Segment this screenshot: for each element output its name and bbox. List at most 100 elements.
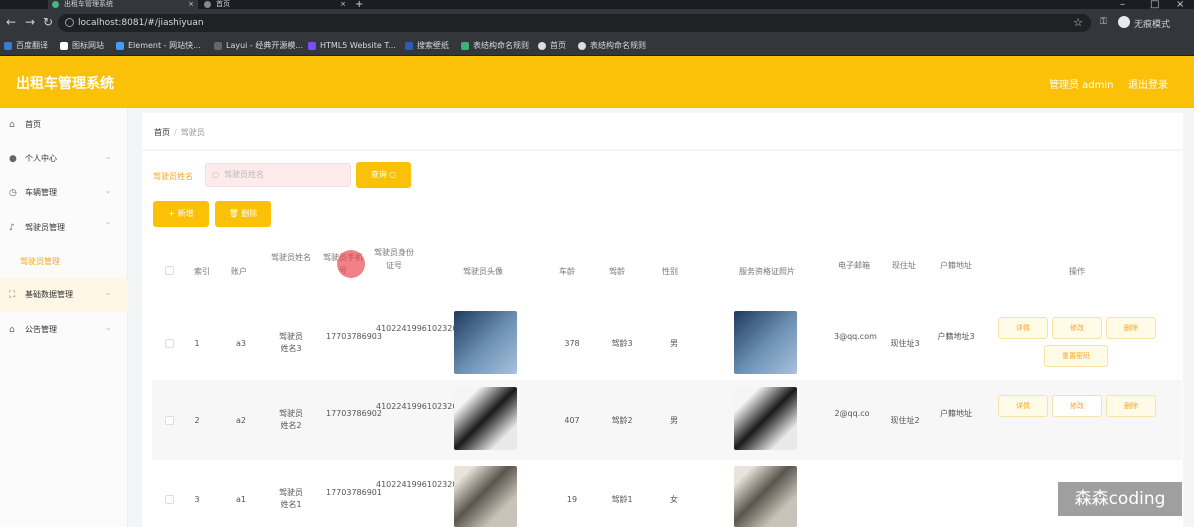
sidebar-item-basedata[interactable]: ⛶ 基础数据管理 ⌄ (0, 278, 128, 312)
logout-link[interactable]: 退出登录 (1128, 76, 1168, 91)
doc-icon (461, 42, 469, 50)
tab-close-icon[interactable]: × (188, 0, 194, 9)
chevron-down-icon: ⌄ (105, 152, 112, 161)
html5-icon (308, 42, 316, 50)
back-icon[interactable]: ← (6, 15, 16, 29)
tab-close-icon[interactable]: × (340, 0, 346, 9)
bookmarks-bar: 百度翻译 图标网站 Element - 网站快... Layui - 经典开源模… (0, 37, 1194, 56)
bookmark-item[interactable]: 表结构命名规则 (578, 40, 646, 52)
globe-icon (538, 42, 546, 50)
detail-button[interactable]: 详情 (998, 317, 1048, 339)
delete-button[interactable]: 🗑 删除 (215, 201, 271, 227)
bookmark-item[interactable]: 图标网站 (60, 40, 104, 52)
breadcrumb-separator: / (174, 128, 177, 137)
plus-icon: + (168, 209, 176, 218)
service-photo-image (734, 311, 797, 374)
row-delete-button[interactable]: 删除 (1106, 317, 1156, 339)
cursor-highlight (337, 250, 365, 278)
bookmark-item[interactable]: HTML5 Website T... (308, 40, 396, 52)
cell-driver-idcard: 410224199610232002 (376, 401, 468, 413)
url-text: localhost:8081/#/jiashiyuan (78, 18, 204, 28)
app-header: 出租车管理系统 管理员 admin 退出登录 (0, 56, 1194, 108)
cell-gender: 男 (670, 339, 678, 348)
cell-index: 2 (194, 416, 200, 425)
bookmark-item[interactable]: Layui - 经典开源模... (214, 40, 303, 52)
header-drive-age[interactable]: 驾龄 (597, 265, 637, 278)
cell-huji: 户籍地址3 (937, 332, 975, 341)
breadcrumb-home[interactable]: 首页 (154, 128, 170, 137)
browser-tab-active[interactable]: 出租车管理系统 × (48, 0, 198, 9)
globe-favicon-icon (204, 1, 211, 8)
reload-icon[interactable]: ↻ (43, 15, 53, 29)
add-button[interactable]: + 新增 (153, 201, 209, 227)
cell-address: 现住址2 (890, 416, 920, 425)
header-driver-avatar[interactable]: 驾驶员头像 (442, 265, 524, 278)
header-index: 索引 (194, 267, 210, 276)
driver-avatar-image (454, 311, 517, 374)
edit-button[interactable]: 修改 (1052, 317, 1102, 339)
sidebar-item-vehicles[interactable]: ◷ 车辆管理 ⌄ (0, 176, 128, 210)
sidebar-subitem-drivers[interactable]: 驾驶员管理 (0, 245, 128, 279)
header-gender[interactable]: 性别 (650, 265, 690, 278)
driver-avatar-image (454, 466, 517, 527)
app-title: 出租车管理系统 (16, 76, 114, 92)
incognito-label[interactable]: 无痕模式 (1134, 17, 1170, 30)
search-label: 驾驶员姓名 (153, 172, 193, 181)
sidebar-item-home[interactable]: ⌂ 首页 (0, 108, 128, 142)
trash-icon: 🗑 (228, 209, 239, 218)
globe-icon (578, 42, 586, 50)
header-driver-name[interactable]: 驾驶员姓名 (270, 251, 312, 264)
search-input[interactable]: ○ 驾驶员姓名 (205, 163, 351, 187)
fullscreen-icon: ⛶ (9, 290, 16, 300)
wallpaper-icon (405, 42, 413, 50)
sidebar-item-profile[interactable]: ● 个人中心 ⌄ (0, 142, 128, 176)
flag-icon (60, 42, 68, 50)
edit-button[interactable]: 修改 (1052, 395, 1102, 417)
header-car-age[interactable]: 车龄 (547, 265, 587, 278)
bookmark-item[interactable]: 百度翻译 (4, 40, 48, 52)
cell-driver-phone: 17703786902 (326, 409, 382, 418)
info-icon[interactable] (65, 18, 74, 27)
clock-icon: ◷ (9, 188, 17, 198)
cell-account: a2 (236, 416, 246, 425)
cell-driver-idcard: 410224199610232001 (376, 480, 468, 489)
key-icon[interactable]: ⚿ (1100, 17, 1107, 27)
cell-huji: 户籍地址 (940, 409, 972, 418)
tab-title: 首页 (216, 0, 230, 8)
query-button[interactable]: 查询 ○ (356, 162, 411, 188)
header-account[interactable]: 账户 (222, 265, 256, 278)
header-address[interactable]: 现住址 (884, 259, 924, 272)
header-email[interactable]: 电子邮箱 (832, 259, 876, 272)
browser-toolbar: ← → ↻ localhost:8081/#/jiashiyuan ☆ ⚿ 无痕… (0, 9, 1194, 37)
row-delete-button[interactable]: 删除 (1106, 395, 1156, 417)
reset-password-button[interactable]: 重置密码 (1044, 345, 1108, 367)
row-checkbox[interactable] (165, 495, 174, 504)
row-checkbox[interactable] (165, 416, 174, 425)
detail-button[interactable]: 详情 (998, 395, 1048, 417)
header-huji[interactable]: 户籍地址 (932, 259, 980, 272)
header-service-photo[interactable]: 服务资格证照片 (712, 265, 822, 278)
forward-icon[interactable]: → (25, 15, 35, 29)
cell-car-age: 378 (564, 339, 580, 348)
chevron-down-icon: ⌄ (105, 323, 112, 332)
sidebar-item-notices[interactable]: ⌂ 公告管理 ⌄ (0, 313, 128, 347)
sidebar-item-drivers[interactable]: ♪ 驾驶员管理 ⌃ (0, 211, 128, 245)
bookmark-item[interactable]: 表结构命名规则 (461, 40, 529, 52)
home-icon: ⌂ (9, 120, 15, 130)
incognito-icon[interactable] (1118, 16, 1130, 28)
layui-icon (214, 42, 222, 50)
bookmark-item[interactable]: 搜索壁纸 (405, 40, 449, 52)
bookmark-item[interactable]: Element - 网站快... (116, 40, 201, 52)
browser-tab[interactable]: 首页 × (200, 0, 350, 9)
element-icon (116, 42, 124, 50)
cell-email: 2@qq.co (834, 409, 870, 418)
bookmark-item[interactable]: 首页 (538, 40, 566, 52)
address-bar[interactable]: localhost:8081/#/jiashiyuan ☆ (58, 14, 1091, 32)
star-icon[interactable]: ☆ (1073, 14, 1083, 32)
row-checkbox[interactable] (165, 339, 174, 348)
cell-drive-age: 驾龄3 (611, 339, 633, 348)
service-photo-image (734, 387, 797, 450)
service-photo-image (734, 466, 797, 527)
select-all-checkbox[interactable] (165, 266, 174, 275)
header-driver-idcard[interactable]: 驾驶员身份证号 (372, 246, 416, 272)
